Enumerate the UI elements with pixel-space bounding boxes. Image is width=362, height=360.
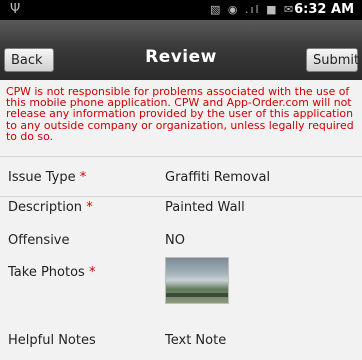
title-bar: Back Review Submit xyxy=(0,20,362,80)
field-row-issue-type[interactable]: Issue Type * Graffiti Removal xyxy=(0,156,362,197)
field-label: Offensive xyxy=(8,233,70,248)
field-value: Graffiti Removal xyxy=(165,170,271,185)
required-mark: * xyxy=(79,170,87,185)
field-row-offensive[interactable]: Offensive NO xyxy=(0,226,362,254)
status-icons: ▧ ◉ .ıl ■ ✉ xyxy=(210,3,296,16)
field-row-helpful-notes[interactable]: Helpful Notes Text Note xyxy=(0,316,362,360)
photo-thumbnail[interactable] xyxy=(165,257,229,304)
status-time: 6:32 AM xyxy=(294,2,354,17)
field-value: NO xyxy=(165,233,185,248)
field-value: Text Note xyxy=(165,333,227,348)
required-mark: * xyxy=(88,265,96,280)
review-screen: Ψ ▧ ◉ .ıl ■ ✉ 6:32 AM Back Review Submit… xyxy=(0,0,362,360)
status-bar: Ψ ▧ ◉ .ıl ■ ✉ 6:32 AM xyxy=(0,0,362,20)
field-value: Painted Wall xyxy=(165,200,245,215)
field-label: Helpful Notes xyxy=(8,333,96,348)
submit-button[interactable]: Submit xyxy=(306,48,359,72)
field-label: Issue Type * xyxy=(8,170,87,185)
usb-icon: Ψ xyxy=(10,2,21,17)
field-label: Take Photos * xyxy=(8,265,96,280)
required-mark: * xyxy=(86,200,93,215)
field-label: Description * xyxy=(8,200,93,215)
disclaimer-text: CPW is not responsible for problems asso… xyxy=(6,85,354,143)
